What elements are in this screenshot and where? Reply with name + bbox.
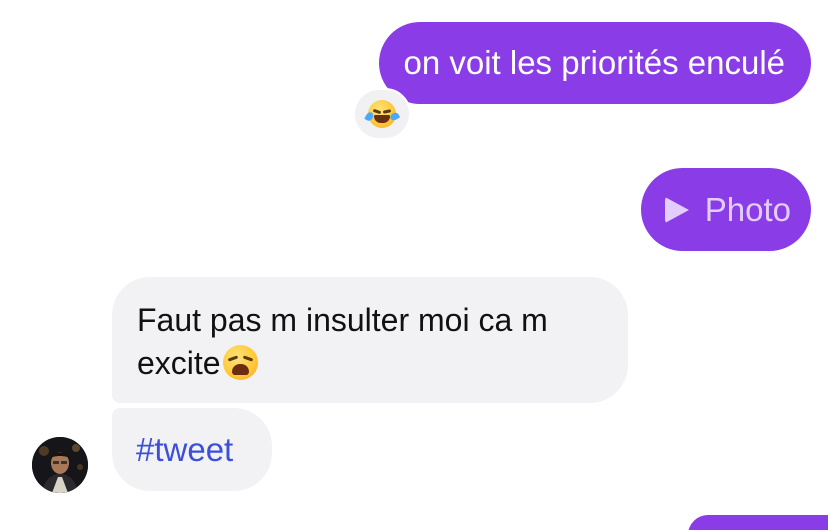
chat-thread: on voit les priorités enculé Photo Faut … (0, 0, 828, 530)
sender-avatar[interactable] (32, 437, 88, 493)
play-icon (664, 196, 689, 223)
weary-face-icon (222, 345, 258, 380)
message-text-line-with-emoji: excite (137, 342, 604, 385)
outgoing-message-bubble[interactable]: on voit les priorités enculé (379, 22, 811, 104)
avatar-photo (32, 437, 88, 493)
outgoing-message-bubble-partial[interactable] (688, 515, 828, 530)
face-with-tears-of-joy-icon (364, 100, 401, 128)
message-reaction[interactable] (353, 88, 411, 140)
message-text-line: Faut pas m insulter moi ca m (137, 302, 548, 338)
message-text: on voit les priorités enculé (403, 44, 785, 81)
attachment-label: Photo (704, 191, 791, 228)
photo-attachment-bubble[interactable]: Photo (640, 168, 811, 251)
hashtag-link[interactable]: #tweet (136, 431, 233, 468)
message-text-line: excite (137, 345, 221, 381)
incoming-message-bubble[interactable]: Faut pas m insulter moi ca m excite (112, 277, 628, 403)
incoming-message-bubble[interactable]: #tweet (112, 408, 272, 491)
